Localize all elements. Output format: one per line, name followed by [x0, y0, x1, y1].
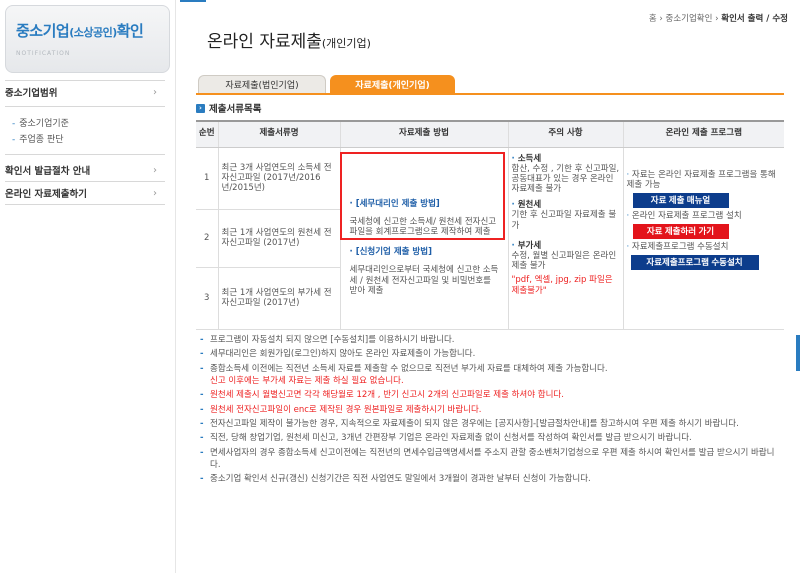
table-row: 1 최근 3개 사업연도의 소득세 전자신고파일 (2017년/2016년/20…	[196, 147, 784, 330]
menu-divider	[5, 80, 165, 81]
brand-main: 중소기업	[16, 22, 70, 40]
section-title-text: 제출서류목록	[209, 104, 262, 115]
list-item: 중소기업 확인서 신규(갱신) 신청기간은 직전 사업연도 말일에서 3개월이 …	[196, 473, 776, 486]
program-cell: · 자료는 온라인 자료제출 프로그램을 통해 제출 가능 자료 제출 매뉴얼 …	[622, 147, 784, 330]
tab-corporate[interactable]: 자료제출(법인기업)	[198, 75, 326, 93]
list-item: 전자신고파일 제작이 불가능한 경우, 지속적으로 자료제출이 되지 않은 경우…	[196, 418, 776, 431]
brand-sub: NOTIFICATION	[16, 50, 71, 57]
chevron-right-icon: ›	[153, 187, 157, 199]
breadcrumb: 홈 › 중소기업확인 › 확인서 출력 / 수정	[649, 12, 788, 24]
column-header: 주의 사항	[507, 120, 623, 148]
submenu-label: 주업종 판단	[19, 135, 64, 145]
program-note-1: · 자료는 온라인 자료제출 프로그램을 통해 제출 가능	[626, 169, 776, 190]
list-item: 프로그램이 자동설치 되지 않으면 [수동설치]를 이용하시기 바랍니다.	[196, 334, 776, 347]
breadcrumb-separator: ›	[659, 14, 663, 24]
row-number: 1	[196, 147, 218, 210]
program-note-3: · 자료제출프로그램 수동설치	[626, 242, 729, 253]
tab-individual[interactable]: 자료제출(개인기업)	[330, 75, 455, 93]
column-header: 순번	[196, 120, 218, 148]
chevron-right-icon: ›	[153, 86, 157, 98]
program-note-2: · 온라인 자료제출 프로그램 설치	[626, 210, 742, 221]
document-name: 최근 1개 사업연도의 부가세 전자신고파일 (2017년)	[217, 267, 340, 331]
sidebar-divider	[175, 0, 176, 573]
list-item: 면세사업자의 경우 종합소득세 신고이전에는 직전년의 면세수입금액명세서를 주…	[196, 447, 776, 472]
breadcrumb-home[interactable]: 홈	[649, 14, 657, 24]
menu-divider	[5, 181, 165, 182]
tab-underline	[196, 93, 784, 95]
row-number: 3	[196, 267, 218, 331]
column-header: 온라인 제출 프로그램	[622, 120, 784, 148]
chevron-right-icon: ›	[153, 164, 157, 176]
arrow-right-icon: ›	[196, 103, 205, 113]
caution-withholding-body: 기한 후 신고파일 자료제출 불가	[511, 210, 617, 231]
brand-small: (소상공인)	[69, 26, 117, 39]
submenu-item-main-industry[interactable]: - 주업종 판단	[12, 132, 64, 145]
method-agent-title: · [세무대리인 제출 방법]	[349, 198, 440, 209]
breadcrumb-separator: ›	[715, 14, 719, 24]
document-name: 최근 3개 사업연도의 소득세 전자신고파일 (2017년/2016년/2015…	[217, 147, 340, 210]
brand-box: 중소기업(소상공인)확인 NOTIFICATION	[5, 5, 170, 73]
list-item: 세무대리인은 회원가입(로그인)하지 않아도 온라인 자료제출이 가능합니다.	[196, 348, 776, 361]
document-table: 순번 제출서류명 자료제출 방법 주의 사항 온라인 제출 프로그램 1 최근 …	[196, 120, 784, 331]
caution-vat-body: 수정, 월별 신고파일은 온라인 제출 불가	[511, 251, 617, 272]
table-header-row: 순번 제출서류명 자료제출 방법 주의 사항 온라인 제출 프로그램	[196, 120, 784, 148]
brand-logo[interactable]: 중소기업(소상공인)확인	[16, 20, 144, 41]
sidebar-item-online-submit[interactable]: 온라인 자료제출하기 ›	[5, 183, 165, 203]
caution-withholding-title: · 원천세	[511, 200, 542, 211]
method-agent-body: 국세청에 신고한 소득세/ 원천세 전자신고파일을 회계프로그램으로 제작하여 …	[349, 216, 497, 237]
page-title-sub: (개인기업)	[321, 37, 371, 50]
list-item: 종합소득세 이전에는 직전년 소득세 자료를 제출할 수 없으므로 직전년 부가…	[196, 363, 776, 388]
breadcrumb-current: 확인서 출력 / 수정	[721, 14, 788, 24]
menu-divider	[5, 154, 165, 155]
side-tab-edge	[796, 335, 800, 371]
sidebar-item-issue-guide[interactable]: 확인서 발급절차 안내 ›	[5, 160, 165, 180]
submenu-item-sme-criteria[interactable]: - 중소기업기준	[12, 116, 69, 129]
manual-button[interactable]: 자료 제출 매뉴얼	[632, 192, 729, 208]
page-title: 온라인 자료제출(개인기업)	[207, 27, 371, 52]
column-header: 자료제출 방법	[339, 120, 508, 148]
manual-install-button[interactable]: 자료제출프로그램 수동설치	[630, 255, 759, 271]
list-item: 원천세 제출시 월별신고면 각각 해당월로 12개 , 반기 신고시 2개의 신…	[196, 389, 776, 402]
sidebar-item-label: 확인서 발급절차 안내	[5, 166, 91, 177]
submenu-label: 중소기업기준	[19, 119, 69, 129]
notes-list: 프로그램이 자동설치 되지 않으면 [수동설치]를 이용하시기 바랍니다. 세무…	[196, 334, 776, 487]
go-submit-button[interactable]: 자료 제출하러 가기	[632, 224, 729, 240]
list-item: 원천세 전자신고파일이 enc로 제작된 경우 원본파일로 제출하시기 바랍니다…	[196, 404, 776, 417]
caution-income-body: 합산, 수정 , 기한 후 신고파일, 공동대표가 있는 경우 온라인 자료제출…	[511, 163, 620, 195]
menu-divider	[5, 106, 165, 107]
sidebar-item-label: 중소기업범위	[5, 88, 58, 99]
method-company-body: 세무대리인으로부터 국세청에 신고한 소득세 / 원천세 전자신고파일 및 비밀…	[349, 265, 499, 296]
row-number: 2	[196, 209, 218, 268]
caution-vat-title: · 부가세	[511, 240, 542, 251]
header-corner-decoration	[180, 0, 206, 14]
caution-vat-warning: "pdf, 엑셀, jpg, zip 파일은 제출불가"	[511, 275, 613, 296]
caution-cell: · 소득세 합산, 수정 , 기한 후 신고파일, 공동대표가 있는 경우 온라…	[507, 147, 623, 330]
document-name: 최근 1개 사업연도의 원천세 전자신고파일 (2017년)	[217, 209, 340, 268]
brand-tail: 확인	[116, 22, 144, 40]
section-title: › 제출서류목록	[196, 101, 261, 115]
sidebar-item-label: 온라인 자료제출하기	[5, 189, 87, 200]
breadcrumb-section[interactable]: 중소기업확인	[666, 14, 713, 24]
sidebar-item-sme-scope[interactable]: 중소기업범위 ›	[5, 82, 165, 102]
sidebar: 중소기업(소상공인)확인 NOTIFICATION 중소기업범위 › - 중소기업기…	[0, 0, 175, 573]
menu-divider	[5, 204, 165, 205]
method-company-title: · [신청기업 제출 방법]	[349, 247, 432, 258]
list-item: 직전, 당해 창업기업, 원천세 미신고, 3개년 간편장부 기업은 온라인 자…	[196, 432, 776, 445]
caution-income-title: · 소득세	[511, 153, 542, 164]
column-header: 제출서류명	[217, 120, 340, 148]
page-title-main: 온라인 자료제출	[207, 32, 322, 52]
submit-method-cell: · [세무대리인 제출 방법] 국세청에 신고한 소득세/ 원천세 전자신고파일…	[339, 147, 508, 330]
